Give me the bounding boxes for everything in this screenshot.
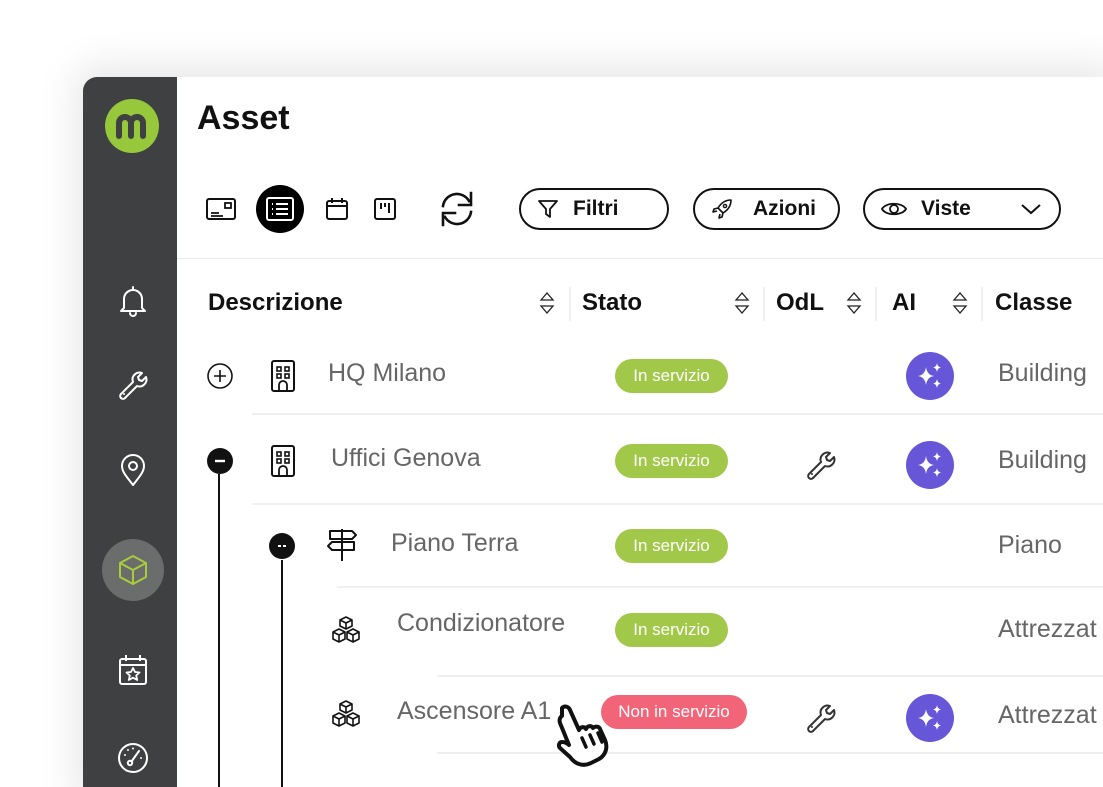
asset-name[interactable]: Uffici Genova [331, 444, 481, 473]
table-row[interactable]: Piano Terra In servizio Piano [177, 511, 1103, 581]
asset-name[interactable]: Condizionatore [397, 609, 565, 638]
kanban-icon [374, 198, 396, 220]
building-icon [271, 360, 295, 392]
sidebar-item-assets[interactable] [102, 539, 164, 601]
chevron-down-icon [1021, 204, 1041, 215]
actions-button[interactable]: Azioni [693, 188, 840, 230]
list-icon [266, 197, 294, 221]
sparkles-icon [918, 363, 941, 388]
status-badge: In servizio [615, 359, 728, 393]
expand-icon[interactable] [206, 362, 234, 390]
gauge-icon [118, 743, 148, 773]
collapse-icon[interactable] [206, 447, 234, 475]
work-order-wrench-icon[interactable] [803, 446, 839, 482]
boxes-icon [332, 616, 360, 643]
refresh-button[interactable] [433, 185, 481, 233]
asset-name[interactable]: Piano Terra [391, 529, 518, 558]
card-view-button[interactable] [197, 185, 245, 233]
column-separator [981, 287, 983, 321]
asset-class: Building [998, 359, 1087, 387]
column-separator [569, 287, 571, 321]
column-separator [875, 287, 877, 321]
views-dropdown[interactable]: Viste [863, 188, 1061, 230]
row-divider [337, 586, 1103, 588]
map-pin-icon [121, 454, 145, 486]
filters-label: Filtri [573, 197, 619, 220]
sidebar-item-notifications[interactable] [102, 269, 164, 331]
asset-class: Attrezzat [998, 615, 1097, 643]
row-divider [437, 752, 1103, 754]
calendar-icon [326, 198, 348, 220]
filter-icon [538, 200, 558, 218]
actions-label: Azioni [753, 197, 816, 220]
asset-class: Piano [998, 531, 1062, 559]
page-title: Asset [197, 99, 290, 137]
main-content: Asset Filtri Azioni Viste Descrizione St… [177, 77, 1103, 787]
sidebar [83, 77, 177, 787]
status-badge: In servizio [615, 444, 728, 478]
ai-sparkle-button[interactable] [906, 441, 954, 489]
logo-m-icon [116, 114, 146, 139]
signpost-icon [327, 529, 357, 561]
sidebar-item-planning[interactable] [102, 639, 164, 701]
row-divider [252, 503, 1103, 505]
calendar-star-icon [119, 655, 147, 685]
wrench-icon [119, 371, 148, 400]
row-divider [437, 675, 1103, 677]
ai-sparkle-button[interactable] [906, 694, 954, 742]
table-header: Descrizione Stato OdL AI Classe [177, 275, 1103, 331]
column-header-classe[interactable]: Classe [995, 275, 1072, 331]
column-header-odl[interactable]: OdL [776, 275, 824, 331]
sort-icon[interactable] [734, 289, 750, 317]
boxes-icon [332, 700, 360, 727]
calendar-view-button[interactable] [313, 185, 361, 233]
column-separator [763, 287, 765, 321]
sidebar-item-maintenance[interactable] [102, 353, 164, 415]
sparkles-icon [918, 705, 941, 730]
ai-sparkle-button[interactable] [906, 352, 954, 400]
hand-pointer-cursor-icon [556, 704, 609, 767]
bell-icon [120, 286, 146, 317]
kanban-view-button[interactable] [361, 185, 409, 233]
app-window: Asset Filtri Azioni Viste Descrizione St… [83, 77, 1103, 787]
sort-icon[interactable] [952, 289, 968, 317]
asset-name[interactable]: Ascensore A1 [397, 697, 551, 726]
work-order-wrench-icon[interactable] [803, 699, 839, 735]
row-divider [252, 413, 1103, 415]
filters-button[interactable]: Filtri [519, 188, 669, 230]
card-icon [206, 198, 236, 220]
refresh-icon [441, 191, 473, 227]
sidebar-item-dashboard[interactable] [102, 727, 164, 787]
status-badge: In servizio [615, 613, 728, 647]
rocket-icon [712, 199, 732, 219]
list-view-button[interactable] [256, 185, 304, 233]
status-badge: In servizio [615, 529, 728, 563]
building-icon [271, 445, 295, 477]
column-header-stato[interactable]: Stato [582, 275, 642, 331]
asset-name[interactable]: HQ Milano [328, 359, 446, 388]
collapse-icon[interactable] [268, 532, 296, 560]
sparkles-icon [918, 452, 941, 477]
sort-icon[interactable] [846, 289, 862, 317]
asset-class: Building [998, 446, 1087, 474]
sort-icon[interactable] [539, 289, 555, 317]
app-logo[interactable] [105, 99, 159, 153]
column-header-ai[interactable]: AI [892, 275, 916, 331]
sidebar-item-locations[interactable] [102, 439, 164, 501]
table-row[interactable]: HQ Milano In servizio Building [177, 341, 1103, 411]
toolbar-divider [177, 258, 1103, 259]
cube-icon [119, 555, 147, 585]
table-row[interactable]: Condizionatore In servizio Attrezzat [177, 595, 1103, 665]
asset-class: Attrezzat [998, 701, 1097, 729]
eye-icon [881, 202, 907, 216]
toolbar: Filtri Azioni Viste [177, 185, 1103, 235]
views-label: Viste [921, 197, 971, 220]
table-row[interactable]: Ascensore A1 Non in servizio Attrezzat [177, 679, 1103, 749]
table-row[interactable]: Uffici Genova In servizio Building [177, 426, 1103, 496]
column-header-descrizione[interactable]: Descrizione [208, 275, 343, 331]
